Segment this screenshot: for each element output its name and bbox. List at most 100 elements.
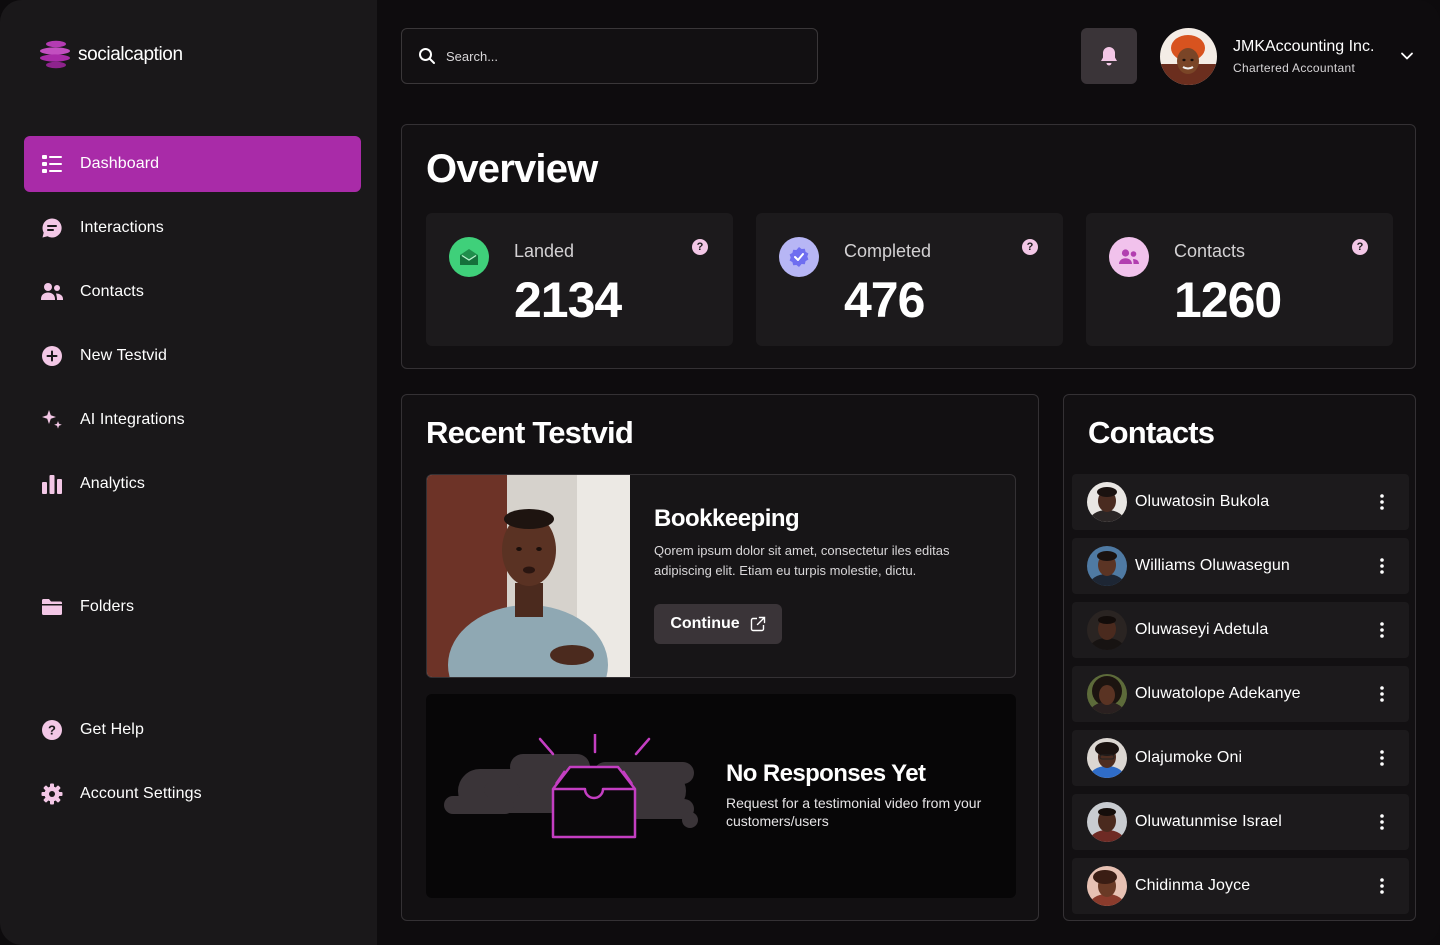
users-icon xyxy=(1109,237,1149,277)
avatar xyxy=(1087,610,1127,650)
contact-row[interactable]: Oluwatunmise Israel xyxy=(1072,794,1409,850)
bar-chart-icon xyxy=(41,473,63,495)
chat-bubble-icon xyxy=(41,217,63,239)
stat-value: 2134 xyxy=(514,272,622,328)
envelope-open-icon xyxy=(449,237,489,277)
stat-label: Contacts xyxy=(1174,241,1246,261)
contact-name: Oluwatunmise Israel xyxy=(1135,813,1282,830)
empty-inbox-illustration xyxy=(444,734,698,839)
sidebar-item-contacts[interactable]: Contacts xyxy=(24,264,361,320)
sidebar: socialcaption Dashboard Interactions Con… xyxy=(0,0,377,945)
external-link-icon xyxy=(750,616,765,632)
bell-icon xyxy=(1101,47,1117,66)
contact-row[interactable]: Chidinma Joyce xyxy=(1072,858,1409,914)
contact-row[interactable]: Williams Oluwasegun xyxy=(1072,538,1409,594)
stat-card-completed: Completed 476 ? xyxy=(756,213,1063,346)
gear-icon xyxy=(41,783,63,805)
contact-row[interactable]: Oluwaseyi Adetula xyxy=(1072,602,1409,658)
users-icon xyxy=(41,281,63,303)
avatar xyxy=(1087,802,1127,842)
continue-button-label: Continue xyxy=(670,615,740,632)
stat-value: 1260 xyxy=(1174,272,1282,328)
avatar xyxy=(1087,738,1127,778)
stat-label: Landed xyxy=(514,241,575,261)
avatar xyxy=(1087,546,1127,586)
sidebar-item-interactions[interactable]: Interactions xyxy=(24,200,361,256)
avatar xyxy=(1087,482,1127,522)
user-info: JMKAccounting Inc. Chartered Accountant xyxy=(1233,38,1374,75)
contact-row[interactable]: Oluwatolope Adekanye xyxy=(1072,666,1409,722)
contact-row[interactable]: Olajumoke Oni xyxy=(1072,730,1409,786)
sidebar-item-label: Analytics xyxy=(80,475,145,492)
help-icon[interactable]: ? xyxy=(1352,239,1368,255)
sidebar-item-dashboard[interactable]: Dashboard xyxy=(24,136,361,192)
brand-name: socialcaption xyxy=(78,44,183,65)
notifications-button[interactable] xyxy=(1081,28,1137,84)
sidebar-item-get-help[interactable]: ? Get Help xyxy=(24,702,361,758)
continue-button[interactable]: Continue xyxy=(654,604,782,644)
logo-mark-icon xyxy=(40,40,70,69)
overview-panel: Overview Landed 2134 ? Completed 476 ? C… xyxy=(401,124,1416,369)
contact-name: Williams Oluwasegun xyxy=(1135,557,1290,574)
video-description: Qorem ipsum dolor sit amet, consectetur … xyxy=(654,543,950,578)
avatar xyxy=(1087,866,1127,906)
verified-badge-icon xyxy=(779,237,819,277)
contact-row[interactable]: Oluwatosin Bukola xyxy=(1072,474,1409,530)
stat-card-contacts: Contacts 1260 ? xyxy=(1086,213,1393,346)
help-icon[interactable]: ? xyxy=(692,239,708,255)
search-input[interactable] xyxy=(446,48,786,64)
video-title: Bookkeeping xyxy=(654,505,800,532)
plus-circle-icon xyxy=(41,345,63,367)
user-profile-menu[interactable]: JMKAccounting Inc. Chartered Accountant xyxy=(1160,28,1414,85)
help-icon[interactable]: ? xyxy=(1022,239,1038,255)
sidebar-item-account-settings[interactable]: Account Settings xyxy=(24,766,361,822)
contact-name: Chidinma Joyce xyxy=(1135,877,1251,894)
empty-state-card: No Responses Yet Request for a testimoni… xyxy=(426,694,1016,898)
more-options-icon[interactable] xyxy=(1367,802,1397,842)
recent-testvid-title: Recent Testvid xyxy=(426,415,634,450)
app-window: socialcaption Dashboard Interactions Con… xyxy=(0,0,1440,945)
sidebar-item-ai-integrations[interactable]: AI Integrations xyxy=(24,392,361,448)
sidebar-item-label: Interactions xyxy=(80,219,164,236)
sidebar-item-label: Account Settings xyxy=(80,785,202,802)
brand-logo[interactable]: socialcaption xyxy=(40,38,183,72)
empty-state-description: Request for a testimonial video from you… xyxy=(726,795,982,829)
video-thumbnail[interactable] xyxy=(427,475,630,677)
chevron-down-icon[interactable] xyxy=(1400,49,1414,63)
contact-name: Oluwatolope Adekanye xyxy=(1135,685,1301,702)
contact-name: Oluwaseyi Adetula xyxy=(1135,621,1269,638)
more-options-icon[interactable] xyxy=(1367,610,1397,650)
contact-name: Olajumoke Oni xyxy=(1135,749,1243,766)
user-name: JMKAccounting Inc. xyxy=(1233,38,1375,55)
empty-state-title: No Responses Yet xyxy=(726,760,926,787)
sidebar-item-label: Get Help xyxy=(80,721,144,738)
more-options-icon[interactable] xyxy=(1367,866,1397,906)
folder-icon xyxy=(41,596,63,618)
contact-name: Oluwatosin Bukola xyxy=(1135,493,1270,510)
list-icon xyxy=(41,153,63,175)
sidebar-item-analytics[interactable]: Analytics xyxy=(24,456,361,512)
stat-value: 476 xyxy=(844,272,925,328)
sidebar-item-label: Dashboard xyxy=(80,155,160,172)
sparkle-icon xyxy=(41,409,63,431)
stat-label: Completed xyxy=(844,241,932,261)
sidebar-item-label: Folders xyxy=(80,598,135,615)
question-circle-icon: ? xyxy=(41,719,63,741)
more-options-icon[interactable] xyxy=(1367,738,1397,778)
more-options-icon[interactable] xyxy=(1367,482,1397,522)
avatar xyxy=(1087,674,1127,714)
sidebar-item-new-testvid[interactable]: New Testvid xyxy=(24,328,361,384)
sidebar-item-label: Contacts xyxy=(80,283,144,300)
sidebar-item-label: AI Integrations xyxy=(80,411,185,428)
stat-card-landed: Landed 2134 ? xyxy=(426,213,733,346)
more-options-icon[interactable] xyxy=(1367,674,1397,714)
recent-testvid-panel: Recent Testvid Bookkeeping Qorem ipsum d… xyxy=(401,394,1039,921)
video-card[interactable]: Bookkeeping Qorem ipsum dolor sit amet, … xyxy=(426,474,1016,678)
search-icon xyxy=(419,48,435,64)
sidebar-item-label: New Testvid xyxy=(80,347,168,364)
search-bar[interactable] xyxy=(401,28,818,84)
svg-text:?: ? xyxy=(48,723,56,738)
more-options-icon[interactable] xyxy=(1367,546,1397,586)
sidebar-item-folders[interactable]: Folders xyxy=(24,579,361,635)
avatar xyxy=(1160,28,1217,85)
